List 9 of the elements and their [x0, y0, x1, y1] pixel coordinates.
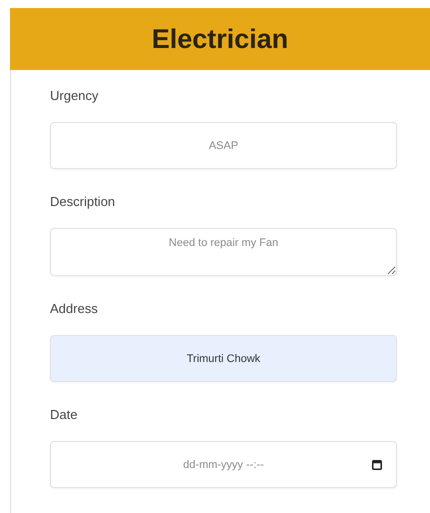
page-title: Electrician: [152, 24, 288, 54]
field-label: Address: [50, 301, 99, 317]
field-label: Urgency: [50, 88, 100, 104]
text-field[interactable]: ASAP: [50, 122, 397, 169]
field-label: Date: [50, 407, 78, 423]
calendar-icon[interactable]: [372, 459, 382, 470]
text-field[interactable]: Trimurti Chowk: [50, 335, 397, 382]
field-label: Description: [50, 194, 116, 210]
description-field[interactable]: Need to repair my Fan: [50, 228, 397, 276]
